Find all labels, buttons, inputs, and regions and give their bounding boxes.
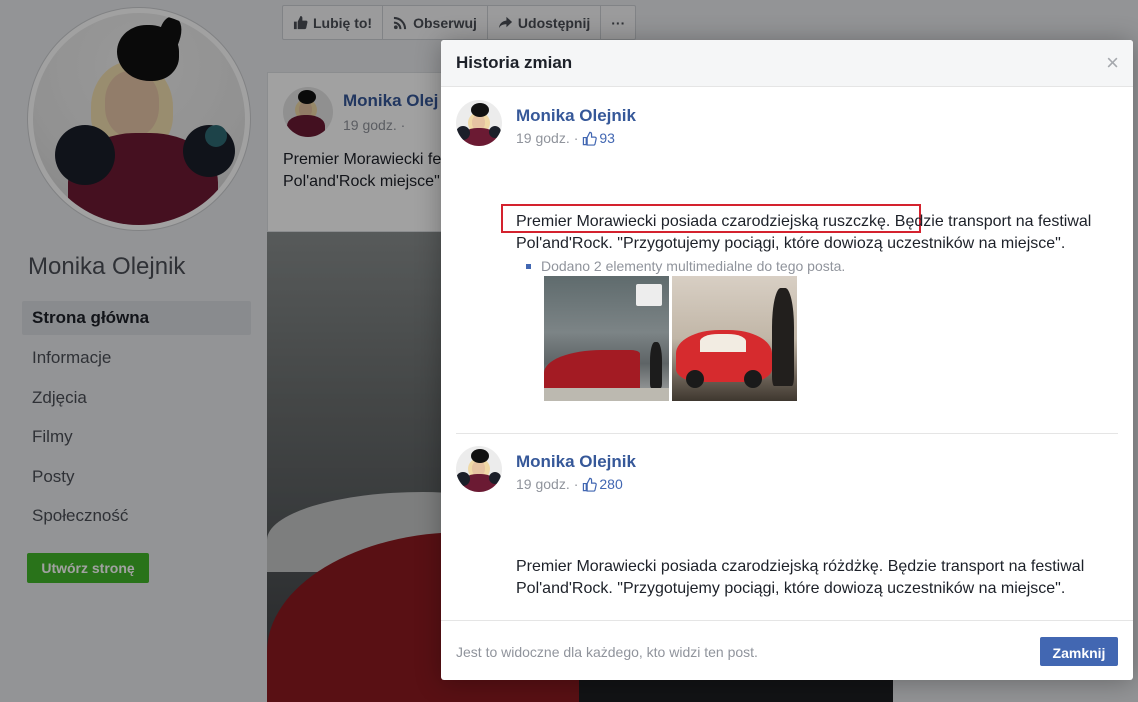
like-count[interactable]: 93 <box>599 130 615 146</box>
dialog-header: Historia zmian × <box>441 40 1133 87</box>
media-thumbnail-car[interactable] <box>672 276 797 401</box>
edit-history-dialog: Historia zmian × Monika Olejnik 19 godz.… <box>441 40 1133 680</box>
revision-meta: 19 godz. · 280 <box>516 476 623 492</box>
close-icon[interactable]: × <box>1106 52 1119 74</box>
like-thumb-icon <box>583 477 598 492</box>
like-thumb-icon <box>583 131 598 146</box>
media-thumbnails <box>544 276 797 401</box>
revision-meta: 19 godz. · 93 <box>516 130 615 146</box>
revision-timestamp[interactable]: 19 godz. <box>516 130 570 146</box>
close-button[interactable]: Zamknij <box>1040 637 1118 666</box>
author-avatar[interactable] <box>456 100 502 146</box>
revision-text: Premier Morawiecki posiada czarodziejską… <box>516 213 1092 252</box>
bullet-icon <box>526 263 531 269</box>
author-name[interactable]: Monika Olejnik <box>516 106 636 126</box>
media-note-text: Dodano 2 elementy multimedialne do tego … <box>541 258 846 274</box>
dialog-footer: Jest to widoczne dla każdego, kto widzi … <box>441 620 1133 680</box>
revision-text: Premier Morawiecki posiada czarodziejską… <box>516 558 1085 597</box>
media-thumbnail-train[interactable] <box>544 276 669 401</box>
revision-timestamp[interactable]: 19 godz. <box>516 476 570 492</box>
author-avatar[interactable] <box>456 446 502 492</box>
dialog-title: Historia zmian <box>456 53 573 72</box>
visibility-note: Jest to widoczne dla każdego, kto widzi … <box>456 644 758 660</box>
revision-divider <box>456 433 1118 434</box>
author-name[interactable]: Monika Olejnik <box>516 452 636 472</box>
media-added-note: Dodano 2 elementy multimedialne do tego … <box>526 258 845 274</box>
like-count[interactable]: 280 <box>599 476 622 492</box>
